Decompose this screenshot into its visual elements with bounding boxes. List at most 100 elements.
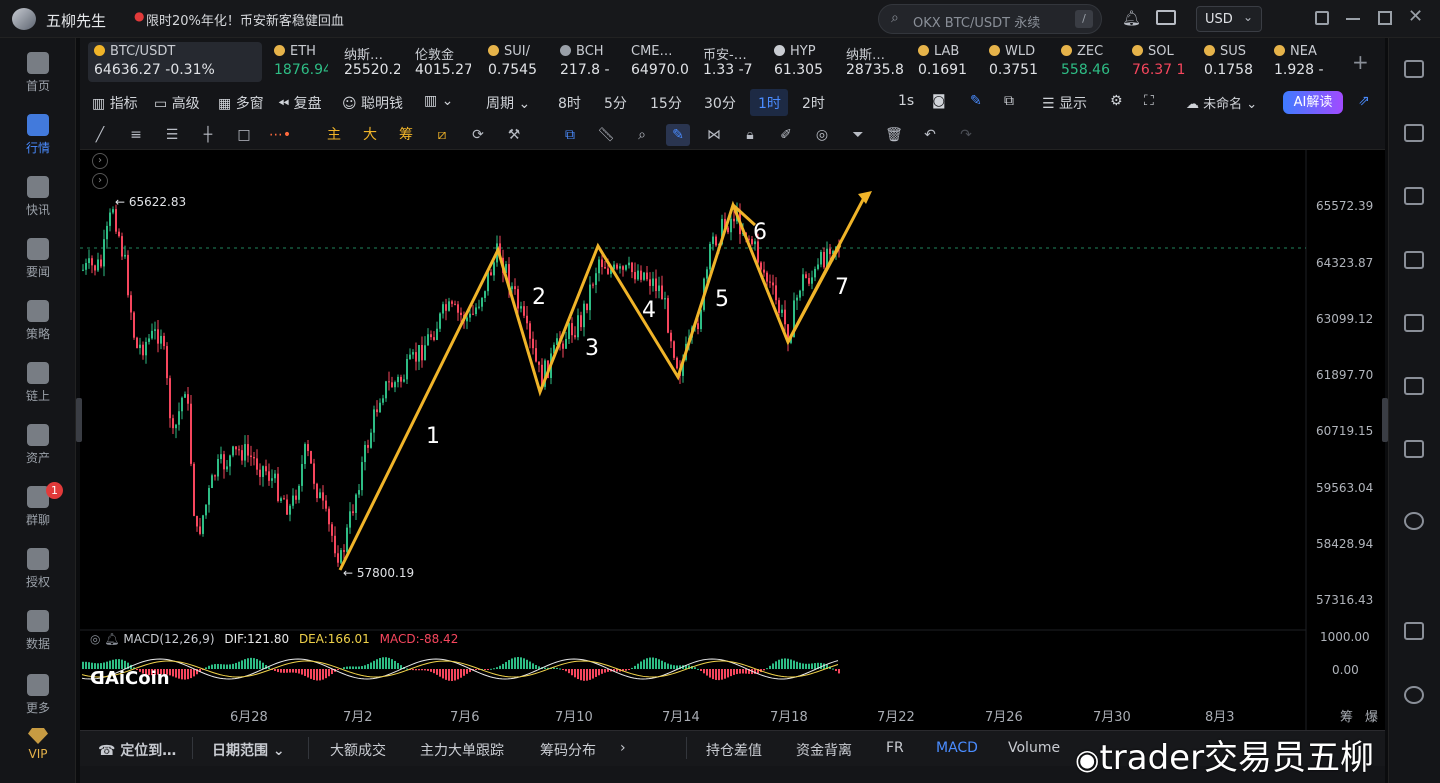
candle-body <box>727 227 729 233</box>
visibility-icon[interactable]: ◎ <box>90 632 104 646</box>
macd-bar <box>172 669 174 677</box>
candle-body <box>811 277 813 284</box>
macd-bar <box>418 669 420 671</box>
macd-bar <box>676 665 678 669</box>
price-tick: 64323.87 <box>1316 256 1374 270</box>
macd-bar <box>712 669 714 680</box>
macd-bar <box>529 661 531 669</box>
date-range-button[interactable]: 日期范围 ⌄ <box>212 740 285 760</box>
monitor-icon[interactable] <box>1404 314 1424 332</box>
candle-body <box>118 231 120 237</box>
headset-icon[interactable] <box>1404 686 1424 704</box>
indicator-divergence[interactable]: 资金背离 <box>796 740 852 760</box>
indicator-volume[interactable]: Volume <box>1008 740 1060 756</box>
candle-body <box>490 272 492 276</box>
macd-bar <box>490 668 492 670</box>
macd-bar <box>256 659 258 669</box>
swap-icon[interactable] <box>1404 512 1424 530</box>
candle-body <box>163 335 165 347</box>
macd-bar <box>739 669 741 674</box>
candle-body <box>418 345 420 362</box>
candle-body <box>424 345 426 361</box>
macd-bar <box>736 669 738 675</box>
macd-bar <box>766 668 768 670</box>
candle-body <box>313 463 315 484</box>
macd-bar <box>424 669 426 671</box>
candle-body <box>157 329 159 344</box>
trend-icon[interactable] <box>1404 251 1424 269</box>
candle-body <box>292 495 294 506</box>
tab-chip-distribution[interactable]: 筹码分布 <box>540 740 596 760</box>
macd-bar <box>406 668 408 670</box>
macd-bar <box>652 657 654 669</box>
macd-bar <box>649 657 651 669</box>
candle-body <box>607 268 609 274</box>
bot-icon[interactable] <box>1404 440 1424 458</box>
candle-body <box>97 259 99 271</box>
macd-bar <box>460 669 462 678</box>
candle-body <box>469 313 471 318</box>
candle-body <box>301 464 303 486</box>
macd-bar <box>514 657 516 669</box>
candle-body <box>343 550 345 552</box>
macd-bar <box>706 669 708 676</box>
left-collapse-handle[interactable] <box>76 398 82 442</box>
macd-bar <box>784 658 786 669</box>
document-icon[interactable] <box>1404 124 1424 142</box>
macd-bar <box>742 669 744 674</box>
wave-annotation[interactable] <box>338 193 868 571</box>
locate-button[interactable]: ☎ 定位到… <box>98 740 176 760</box>
candle-body <box>298 485 300 500</box>
chevron-right-icon[interactable]: › <box>620 740 626 756</box>
chevron-down-icon: ⌄ <box>268 743 285 759</box>
macd-bar <box>427 669 429 671</box>
dollar-icon[interactable] <box>1404 187 1424 205</box>
candle-body <box>202 515 204 534</box>
indicator-fr[interactable]: FR <box>886 740 904 756</box>
macd-bar <box>805 663 807 669</box>
candle-body <box>586 303 588 311</box>
indicator-macd[interactable]: MACD <box>936 740 978 756</box>
candle-body <box>829 248 831 255</box>
indicator-oi-diff[interactable]: 持仓差值 <box>706 740 762 760</box>
etf-icon[interactable] <box>1404 377 1424 395</box>
macd-bar <box>835 669 837 671</box>
macd-bar <box>382 657 384 669</box>
candle-body <box>94 265 96 271</box>
candle-body <box>625 265 627 270</box>
macd-bar <box>328 669 330 677</box>
candle-body <box>592 284 594 286</box>
wave-label: 4 <box>642 298 656 323</box>
macd-bar <box>811 663 813 669</box>
macd-bar <box>430 669 432 672</box>
watchlist-icon[interactable] <box>1404 60 1424 78</box>
macd-bar <box>544 667 546 669</box>
liquidation-toggle[interactable]: 爆 <box>1365 706 1378 725</box>
candle-body <box>628 262 630 266</box>
macd-bar <box>595 669 597 677</box>
candle-body <box>121 236 123 257</box>
macd-bar <box>520 657 522 669</box>
candle-body <box>640 270 642 280</box>
macd-bar <box>244 659 246 669</box>
macd-bar <box>571 669 573 676</box>
candle-body <box>376 409 378 413</box>
candle-body <box>235 446 237 450</box>
layout-icon[interactable] <box>1404 622 1424 640</box>
chips-toggle[interactable]: 筹 <box>1340 706 1353 725</box>
candle-body <box>568 323 570 339</box>
macd-bar <box>532 663 534 669</box>
tab-whale-tracking[interactable]: 主力大单跟踪 <box>420 740 504 760</box>
candle-body <box>709 243 711 270</box>
candle-body <box>226 466 228 470</box>
macd-bar <box>646 658 648 669</box>
collapse-icon[interactable]: › <box>92 173 108 189</box>
candle-body <box>649 279 651 286</box>
candle-body <box>436 328 438 340</box>
collapse-icon[interactable]: › <box>92 153 108 169</box>
macd-bar <box>793 660 795 669</box>
bell-icon[interactable]: 🔔︎ <box>104 632 119 646</box>
candle-body <box>379 402 381 413</box>
macd-bar <box>631 667 633 669</box>
tab-large-trades[interactable]: 大额成交 <box>330 740 386 760</box>
